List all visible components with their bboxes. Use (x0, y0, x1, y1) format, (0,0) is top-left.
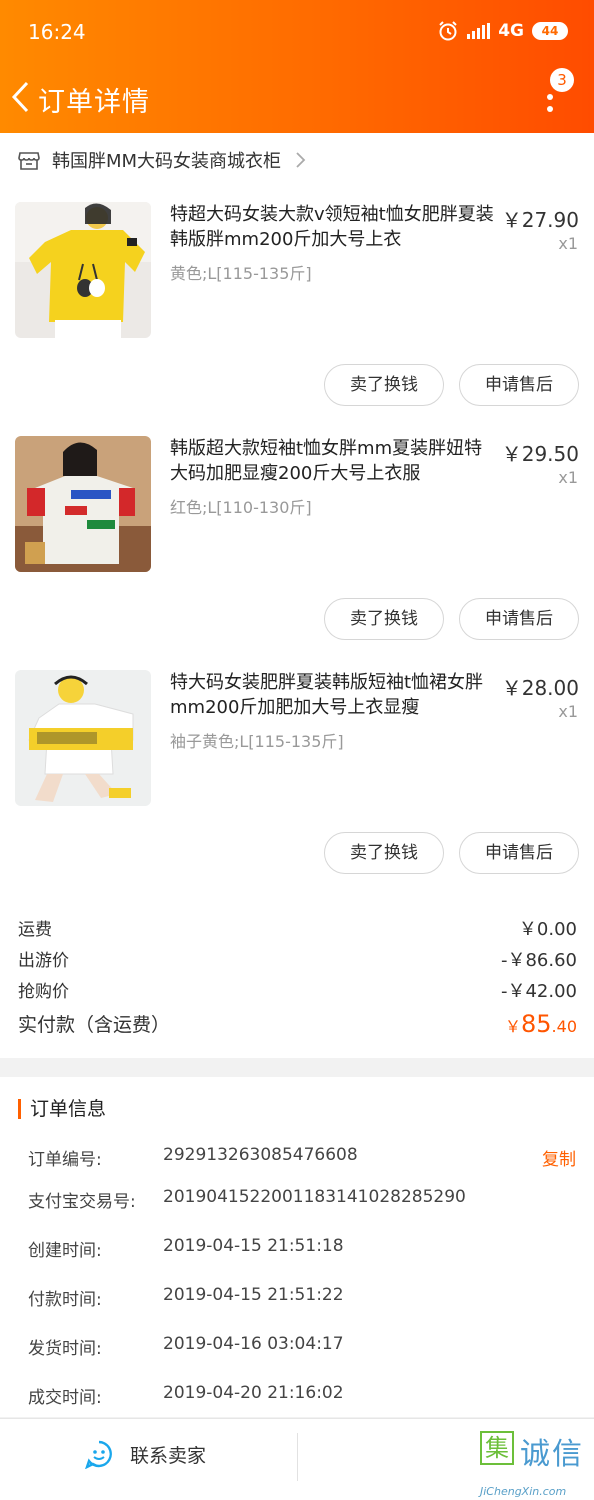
status-time: 16:24 (28, 20, 86, 44)
more-menu-button[interactable]: 3 (534, 68, 574, 124)
paid-int: 85 (521, 1010, 552, 1038)
completed-time-label: 成交时间: (28, 1388, 102, 1408)
product-title: 特超大码女装大款v领短袖t恤女肥胖夏装韩版胖mm200斤加大号上衣 (170, 204, 494, 250)
flash-price-value: -￥42.00 (500, 981, 577, 1002)
contact-seller-label: 联系卖家 (130, 1444, 207, 1467)
network-label: 4G (498, 21, 524, 41)
order-item[interactable]: 特超大码女装大款v领短袖t恤女肥胖夏装韩版胖mm200斤加大号上衣 黄色;L[1… (0, 202, 594, 436)
shipped-time-row: 发货时间: 2019-04-16 03:04:17 (0, 1334, 594, 1360)
completed-time-row: 成交时间: 2019-04-20 21:16:02 (0, 1383, 594, 1409)
message-count-badge: 3 (550, 68, 574, 92)
product-spec: 红色;L[110-130斤] (170, 498, 312, 517)
product-qty: x1 (558, 702, 578, 721)
more-dots-icon (547, 94, 553, 112)
watermark-logo: 集 诚信 JiChengXin.com (478, 1429, 594, 1500)
product-title: 韩版超大款短袖t恤女胖mm夏装胖妞特大码加肥显瘦200斤大号上衣服 (170, 438, 483, 484)
paid-currency: ￥ (504, 1017, 521, 1036)
product-title: 特大码女装肥胖夏装韩版短袖t恤裙女胖mm200斤加肥加大号上衣显瘦 (170, 672, 484, 718)
after-sales-button[interactable]: 申请售后 (459, 832, 579, 874)
bottom-bar: 联系卖家 集 诚信 JiChengXin.com (0, 1418, 594, 1500)
paid-time-row: 付款时间: 2019-04-15 21:51:22 (0, 1285, 594, 1311)
paid-dec: .40 (551, 1017, 577, 1036)
after-sales-button[interactable]: 申请售后 (459, 364, 579, 406)
alipay-trade-row: 支付宝交易号: 2019041522001183141028285290 (0, 1187, 594, 1213)
store-icon (18, 152, 40, 170)
product-price: ￥29.50 (501, 442, 579, 466)
travel-price-row: 出游价 -￥86.60 (0, 946, 594, 974)
order-number-value: 292913263085476608 (163, 1145, 358, 1165)
header: 16:24 4G 44 订单详情 3 (0, 0, 594, 133)
product-image[interactable] (15, 670, 151, 806)
product-spec: 袖子黄色;L[115-135斤] (170, 732, 344, 751)
order-number-label: 订单编号: (28, 1150, 102, 1170)
created-time-row: 创建时间: 2019-04-15 21:51:18 (0, 1236, 594, 1262)
after-sales-button[interactable]: 申请售后 (459, 598, 579, 640)
order-info-title: 订单信息 (18, 1099, 106, 1119)
resell-button[interactable]: 卖了换钱 (324, 364, 444, 406)
flash-price-row: 抢购价 -￥42.00 (0, 977, 594, 1005)
travel-price-value: -￥86.60 (500, 950, 577, 971)
product-qty: x1 (558, 234, 578, 253)
paid-label: 实付款（含运费） (18, 1014, 171, 1036)
completed-time-value: 2019-04-20 21:16:02 (163, 1383, 344, 1403)
watermark-chars: 诚信 (520, 1437, 584, 1472)
back-arrow-icon[interactable] (8, 80, 34, 114)
order-item[interactable]: 韩版超大款短袖t恤女胖mm夏装胖妞特大码加肥显瘦200斤大号上衣服 红色;L[1… (0, 436, 594, 670)
created-time-value: 2019-04-15 21:51:18 (163, 1236, 344, 1256)
product-qty: x1 (558, 468, 578, 487)
created-time-label: 创建时间: (28, 1241, 102, 1261)
chat-icon (85, 1440, 112, 1469)
chevron-right-icon (296, 152, 306, 168)
flash-price-label: 抢购价 (18, 982, 69, 1002)
battery-icon: 44 (532, 22, 568, 40)
product-price: ￥27.90 (501, 208, 579, 232)
order-number-row: 订单编号: 292913263085476608 复制 (0, 1145, 594, 1171)
order-item[interactable]: 特大码女装肥胖夏装韩版短袖t恤裙女胖mm200斤加肥加大号上衣显瘦 袖子黄色;L… (0, 670, 594, 904)
paid-amount: ￥85.40 (505, 1010, 577, 1038)
status-icons: 4G 44 (437, 20, 568, 42)
shipped-time-value: 2019-04-16 03:04:17 (163, 1334, 344, 1354)
shipped-time-label: 发货时间: (28, 1339, 102, 1359)
resell-button[interactable]: 卖了换钱 (324, 598, 444, 640)
product-image[interactable] (15, 202, 151, 338)
shipping-label: 运费 (18, 920, 52, 940)
resell-button[interactable]: 卖了换钱 (324, 832, 444, 874)
product-spec: 黄色;L[115-135斤] (170, 264, 312, 283)
alipay-trade-label: 支付宝交易号: (28, 1192, 136, 1212)
shipping-value: ￥0.00 (518, 919, 577, 940)
divider (297, 1433, 298, 1481)
shipping-row: 运费 ￥0.00 (0, 915, 594, 943)
shop-name: 韩国胖MM大码女装商城衣柜 (52, 151, 282, 172)
paid-time-label: 付款时间: (28, 1290, 102, 1310)
order-card: 韩国胖MM大码女装商城衣柜 特超大码女装大款v领短袖t恤女肥胖夏装韩版胖mm20… (0, 133, 594, 1058)
shop-row[interactable]: 韩国胖MM大码女装商城衣柜 (18, 147, 307, 173)
watermark-url: JiChengXin.com (480, 1485, 567, 1498)
order-info-section: 订单信息 订单编号: 292913263085476608 复制 支付宝交易号:… (0, 1077, 594, 1417)
status-bar: 16:24 4G 44 (0, 0, 594, 64)
signal-icon (467, 23, 491, 39)
contact-seller-button[interactable]: 联系卖家 (84, 1439, 206, 1469)
copy-button[interactable]: 复制 (542, 1145, 576, 1170)
product-image[interactable] (15, 436, 151, 572)
alipay-trade-value: 2019041522001183141028285290 (163, 1187, 466, 1207)
paid-row: 实付款（含运费） ￥85.40 (0, 1010, 594, 1044)
nav-bar: 订单详情 3 (0, 64, 594, 133)
paid-time-value: 2019-04-15 21:51:22 (163, 1285, 344, 1305)
alarm-icon (439, 21, 457, 41)
travel-price-label: 出游价 (18, 951, 69, 971)
page-title: 订单详情 (38, 87, 150, 118)
product-price: ￥28.00 (501, 676, 579, 700)
watermark-box-char: 集 (480, 1431, 514, 1465)
